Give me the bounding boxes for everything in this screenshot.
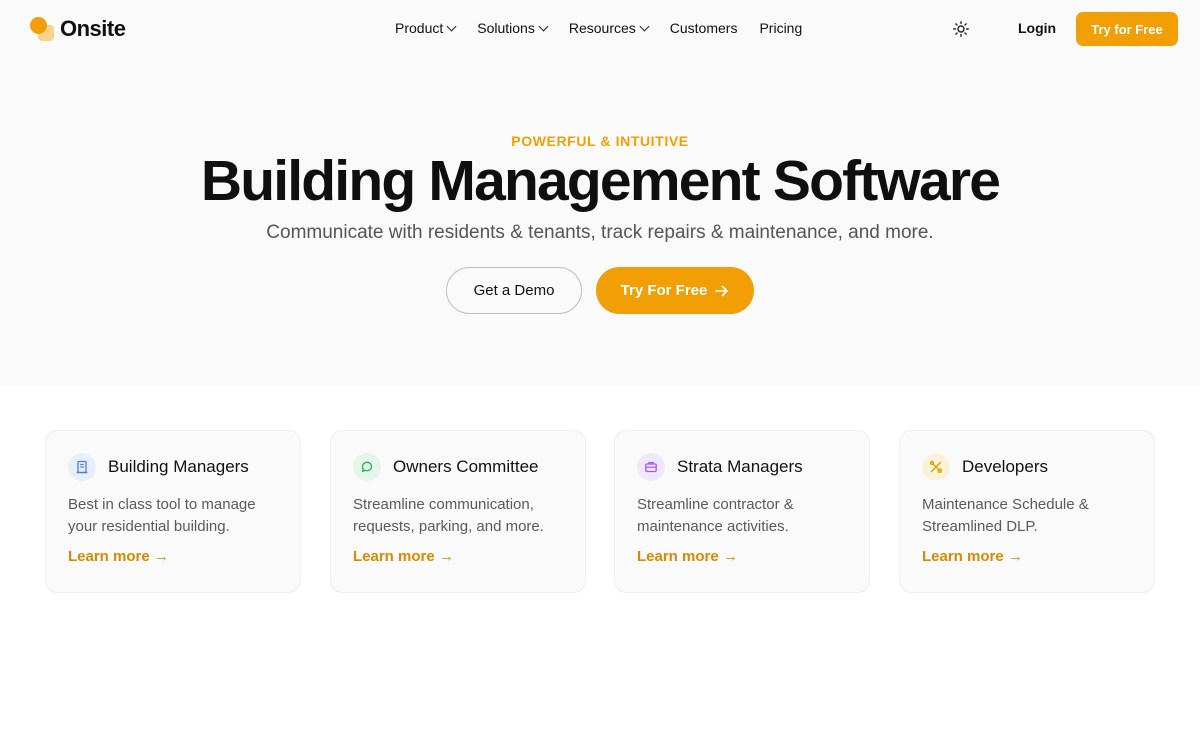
card-description: Streamline contractor & maintenance acti… bbox=[637, 496, 794, 535]
card-building-managers[interactable]: Building Managers Best in class tool to … bbox=[45, 430, 301, 593]
sun-icon bbox=[953, 21, 969, 37]
card-description: Streamline communication, requests, park… bbox=[353, 496, 544, 535]
card-title: Owners Committee bbox=[393, 457, 539, 476]
card-title: Strata Managers bbox=[677, 457, 803, 476]
get-demo-button-label: Get a Demo bbox=[473, 282, 555, 299]
menu-item-customers[interactable]: Customers bbox=[670, 20, 738, 36]
learn-more-link[interactable]: Learn more → bbox=[922, 548, 1023, 565]
chevron-down-icon bbox=[639, 21, 650, 31]
menu-item-label: Resources bbox=[568, 20, 636, 36]
menu-item-label: Product bbox=[395, 20, 444, 36]
hero-subtitle: Communicate with residents & tenants, tr… bbox=[266, 222, 934, 243]
card-strata-managers[interactable]: Strata Managers Streamline contractor & … bbox=[614, 430, 870, 593]
menu-item-product[interactable]: Product bbox=[395, 20, 457, 36]
page-title: Building Management Software bbox=[200, 149, 1001, 213]
get-demo-button[interactable]: Get a Demo bbox=[446, 267, 582, 314]
top-navigation: Onsite Product Solutions Resources Custo… bbox=[0, 0, 1200, 58]
learn-more-link[interactable]: Learn more → bbox=[68, 548, 169, 565]
chevron-down-icon bbox=[538, 21, 549, 31]
menu-item-label: Customers bbox=[669, 20, 738, 36]
card-developers[interactable]: Developers Maintenance Schedule & Stream… bbox=[899, 430, 1155, 593]
briefcase-icon bbox=[637, 453, 665, 481]
menu-item-resources[interactable]: Resources bbox=[568, 20, 650, 36]
login-link[interactable]: Login bbox=[1018, 20, 1056, 36]
card-owners-committee[interactable]: Owners Committee Streamline communicatio… bbox=[330, 430, 586, 593]
brand-logo[interactable]: Onsite bbox=[30, 16, 126, 42]
card-title: Developers bbox=[962, 457, 1048, 476]
hero-eyebrow: POWERFUL & INTUITIVE bbox=[511, 133, 689, 149]
try-for-free-button-label: Try For Free bbox=[620, 282, 708, 299]
learn-more-link[interactable]: Learn more → bbox=[353, 548, 454, 565]
card-description: Maintenance Schedule & Streamlined DLP. bbox=[922, 496, 1089, 535]
menu-item-label: Solutions bbox=[477, 20, 535, 36]
main-menu: Product Solutions Resources Customers Pr… bbox=[395, 20, 802, 36]
theme-toggle-button[interactable] bbox=[951, 19, 971, 39]
menu-item-solutions[interactable]: Solutions bbox=[477, 20, 549, 36]
menu-item-label: Pricing bbox=[759, 20, 803, 36]
brand-name: Onsite bbox=[60, 16, 126, 41]
menu-item-pricing[interactable]: Pricing bbox=[759, 20, 802, 36]
card-description: Best in class tool to manage your reside… bbox=[68, 496, 256, 535]
try-for-free-button[interactable]: Try For Free bbox=[596, 267, 754, 314]
building-icon bbox=[68, 453, 96, 481]
onsite-logo-icon bbox=[30, 17, 54, 41]
chat-icon bbox=[353, 453, 381, 481]
tools-icon bbox=[922, 453, 950, 481]
card-title: Building Managers bbox=[108, 457, 249, 476]
try-for-free-nav-button[interactable]: Try for Free bbox=[1076, 12, 1178, 46]
chevron-down-icon bbox=[446, 21, 457, 31]
learn-more-link[interactable]: Learn more → bbox=[637, 548, 738, 565]
arrow-right-icon bbox=[715, 285, 729, 296]
